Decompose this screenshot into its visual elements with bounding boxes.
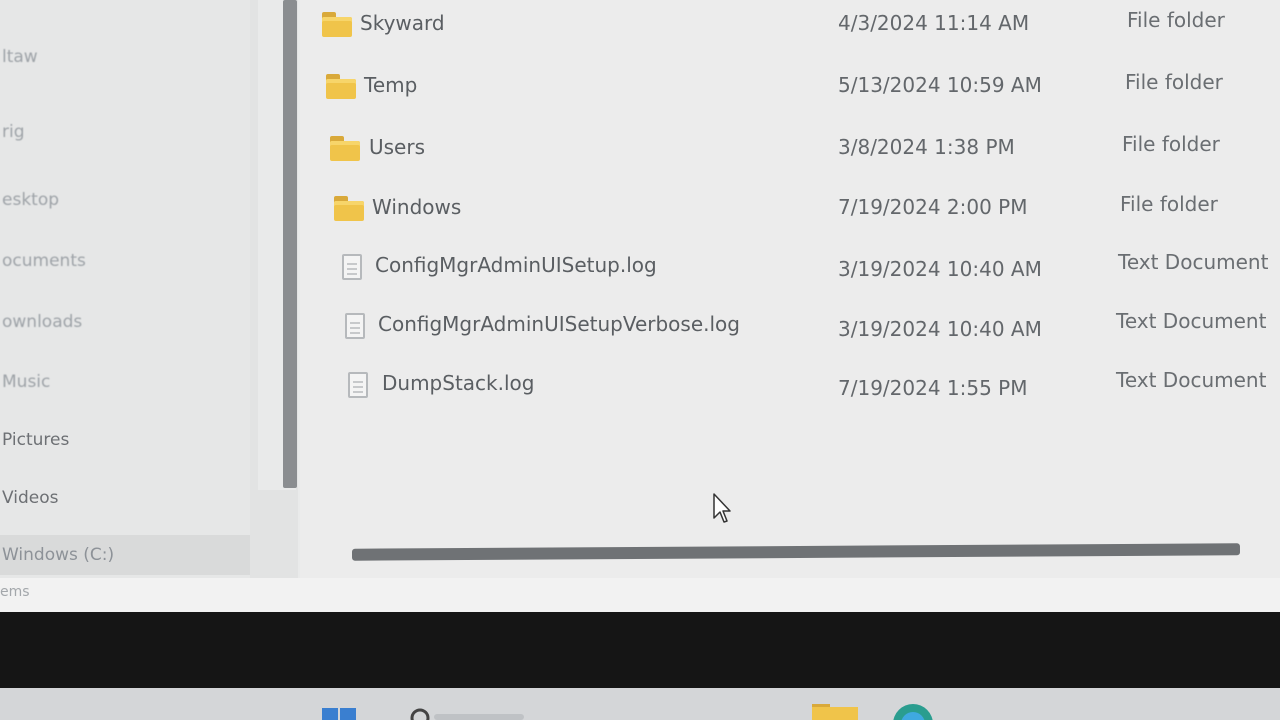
nav-item[interactable]: Videos (0, 478, 278, 518)
file-row[interactable]: Temp 5/13/2024 10:59 AM File folder (300, 64, 1280, 114)
nav-item-label: ltaw (2, 47, 38, 67)
file-date-modified: 3/19/2024 10:40 AM (838, 257, 1042, 281)
file-type: File folder (1125, 70, 1223, 94)
file-date-modified: 7/19/2024 1:55 PM (838, 376, 1028, 400)
file-name: Windows (372, 195, 462, 219)
file-name: Users (369, 135, 426, 159)
monitor-bezel (0, 612, 1280, 688)
navigation-scrollbar-thumb[interactable] (283, 0, 297, 488)
nav-item[interactable]: Music (0, 362, 278, 402)
nav-item[interactable]: esktop (0, 180, 278, 220)
nav-item-label: ocuments (2, 251, 86, 271)
nav-item[interactable]: ocuments (0, 241, 278, 281)
nav-item-label: esktop (2, 190, 60, 210)
nav-item[interactable]: ownloads (0, 302, 278, 342)
file-date-modified: 5/13/2024 10:59 AM (838, 73, 1042, 97)
file-type: Text Document (1118, 250, 1269, 274)
file-date-modified: 3/19/2024 10:40 AM (838, 317, 1042, 341)
file-name: ConfigMgrAdminUISetupVerbose.log (378, 312, 740, 336)
nav-item[interactable]: ltaw (0, 37, 278, 77)
file-row[interactable]: Users 3/8/2024 1:38 PM File folder (300, 126, 1280, 176)
file-row[interactable]: Skyward 4/3/2024 11:14 AM File folder (300, 2, 1280, 52)
edge-icon[interactable] (890, 702, 936, 720)
file-type: Text Document (1116, 368, 1267, 392)
file-type: File folder (1127, 8, 1225, 32)
text-document-icon (348, 372, 368, 398)
start-icon[interactable] (320, 702, 360, 720)
file-name: Temp (364, 73, 418, 97)
mouse-cursor-icon (713, 493, 731, 523)
text-document-icon (342, 254, 362, 280)
nav-item[interactable]: rig (0, 112, 278, 152)
folder-icon (330, 136, 360, 162)
file-row[interactable]: ConfigMgrAdminUISetup.log 3/19/2024 10:40… (300, 244, 1280, 294)
file-explorer-icon[interactable] (812, 702, 858, 720)
file-date-modified: 4/3/2024 11:14 AM (838, 11, 1030, 35)
file-name: ConfigMgrAdminUISetup.log (375, 253, 657, 277)
nav-item-label: Pictures (2, 430, 70, 450)
text-document-icon (345, 313, 365, 339)
nav-item-label: Music (2, 372, 51, 392)
search-icon[interactable] (406, 702, 526, 720)
nav-item-label: Windows (C:) (2, 545, 115, 565)
status-bar: ems (0, 578, 1280, 612)
file-date-modified: 3/8/2024 1:38 PM (838, 135, 1015, 159)
file-row[interactable]: ConfigMgrAdminUISetupVerbose.log 3/19/202… (300, 303, 1280, 353)
status-bar-text: ems (0, 584, 30, 600)
file-explorer-window: ltaw rig esktop ocuments ownloads Music Pictur… (0, 0, 1280, 612)
file-type: File folder (1122, 132, 1220, 156)
taskbar (0, 688, 1280, 720)
nav-item-label: rig (2, 122, 25, 142)
navigation-pane: ltaw rig esktop ocuments ownloads Music Pictur… (0, 0, 278, 578)
file-name: DumpStack.log (382, 371, 535, 395)
file-type: File folder (1120, 192, 1218, 216)
nav-item[interactable]: Pictures (0, 420, 278, 460)
folder-icon (334, 196, 364, 222)
file-list: Skyward 4/3/2024 11:14 AM File folder Temp 5… (300, 0, 1280, 578)
nav-item-label: ownloads (2, 312, 83, 332)
file-row[interactable]: Windows 7/19/2024 2:00 PM File folder (300, 186, 1280, 236)
file-row[interactable]: DumpStack.log 7/19/2024 1:55 PM Text Docum… (300, 362, 1280, 412)
file-type: Text Document (1116, 309, 1267, 333)
folder-icon (322, 12, 352, 38)
file-date-modified: 7/19/2024 2:00 PM (838, 195, 1028, 219)
folder-icon (326, 74, 356, 100)
nav-item-label: Videos (2, 488, 59, 508)
nav-item[interactable]: Windows (C:) (0, 535, 278, 575)
file-name: Skyward (360, 11, 445, 35)
